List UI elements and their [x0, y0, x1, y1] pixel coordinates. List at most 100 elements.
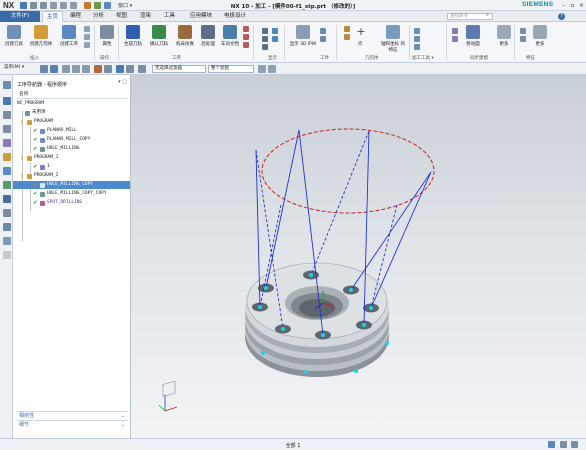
- tree-node-program-2[interactable]: ⚷ PROGRAM_2: [13, 172, 130, 180]
- render-style-icon[interactable]: [116, 65, 124, 73]
- tab-render[interactable]: 渲染: [136, 11, 155, 22]
- tree-node-planar-mill-copy[interactable]: ✔ PLANAR_MILL_COPY: [13, 136, 130, 144]
- fit-view-icon[interactable]: [50, 65, 58, 73]
- minimize-icon[interactable]: –: [560, 2, 567, 9]
- reuse-library-icon[interactable]: [3, 153, 11, 161]
- sync-model-icon[interactable]: [452, 36, 458, 42]
- tab-applications[interactable]: 应用模块: [186, 11, 216, 22]
- operation-navigator-icon[interactable]: [3, 97, 11, 105]
- create-operation-button[interactable]: 创建工序: [57, 25, 81, 47]
- machine-navigator-icon[interactable]: [3, 139, 11, 147]
- small-tool-icon[interactable]: [84, 42, 90, 48]
- properties-button[interactable]: 属性: [98, 25, 116, 47]
- postprocess-button[interactable]: 后处理: [198, 25, 218, 47]
- more-feature-button[interactable]: 更多: [532, 25, 548, 47]
- small-tool-icon[interactable]: [243, 42, 249, 48]
- select-tool-icon[interactable]: [62, 65, 70, 73]
- display-icon[interactable]: [262, 44, 268, 50]
- select-option-icon[interactable]: [268, 65, 276, 73]
- display-icon[interactable]: [262, 28, 268, 34]
- selection-filter-dropdown[interactable]: 无选择过滤器: [152, 65, 206, 73]
- geometry-icon[interactable]: [344, 26, 350, 32]
- dependencies-panel[interactable]: 相依性 ⌄: [16, 411, 128, 420]
- part-navigator-icon[interactable]: [3, 111, 11, 119]
- generate-toolpath-button[interactable]: 生成刀轨: [121, 25, 145, 47]
- small-tool-icon[interactable]: [84, 34, 90, 40]
- layout-icon[interactable]: [571, 441, 578, 448]
- tree-node-spot-drilling[interactable]: ✔ SPOT_DRILLING: [13, 199, 130, 207]
- assembly-navigator-icon[interactable]: [3, 125, 11, 133]
- selection-icon[interactable]: [548, 441, 555, 448]
- snap-icon[interactable]: [104, 65, 112, 73]
- machining-tool-icon[interactable]: [414, 36, 420, 42]
- help-icon[interactable]: ?: [558, 13, 565, 20]
- small-tool-icon[interactable]: [243, 34, 249, 40]
- feature-icon[interactable]: [520, 28, 526, 34]
- sync-model-icon[interactable]: [452, 28, 458, 34]
- tree-node-planar-mill[interactable]: ✔ PLANAR_MILL: [13, 127, 130, 135]
- tree-node-nc-program[interactable]: NC_PROGRAM: [13, 100, 130, 108]
- tab-home[interactable]: 主页: [42, 11, 64, 22]
- point-button[interactable]: + 点: [354, 25, 368, 47]
- selection-scope-dropdown[interactable]: 整个装配: [208, 65, 254, 73]
- select-tool-icon[interactable]: [72, 65, 80, 73]
- geometry-icon[interactable]: [344, 34, 350, 40]
- palette-icon[interactable]: [3, 251, 11, 259]
- snap-icon[interactable]: [94, 65, 102, 73]
- search-icon[interactable]: ⌕: [486, 12, 489, 18]
- small-tool-icon[interactable]: [84, 26, 90, 32]
- show-3d-ipw-button[interactable]: 显示 3D IPW: [288, 25, 318, 47]
- model-scene[interactable]: [131, 75, 586, 438]
- tree-node-program[interactable]: ⚷ PROGRAM: [13, 118, 130, 126]
- file-menu[interactable]: 文件(F): [0, 11, 40, 22]
- create-geometry-button[interactable]: 创建几何体: [27, 25, 55, 47]
- group-label-machining-tools[interactable]: 加工工具 ▾: [412, 55, 434, 61]
- web-browser-icon[interactable]: [3, 167, 11, 175]
- feature-icon[interactable]: [520, 36, 526, 42]
- shop-doc-button[interactable]: 车间文档: [219, 25, 241, 47]
- select-tool-icon[interactable]: [82, 65, 90, 73]
- details-panel[interactable]: 细节 ⌄: [16, 420, 128, 429]
- workpiece-icon[interactable]: [320, 28, 326, 34]
- tab-electrode-design[interactable]: 电极设计: [220, 11, 250, 22]
- close-icon[interactable]: ×: [578, 2, 585, 9]
- navigator-controls[interactable]: ▾ ▢: [118, 79, 127, 85]
- render-style-icon[interactable]: [126, 65, 134, 73]
- tree-node-unused[interactable]: 未用项: [13, 109, 130, 117]
- move-face-button[interactable]: 移动面: [462, 25, 484, 47]
- restore-icon[interactable]: ▫: [569, 2, 576, 9]
- tree-node-hole-milling[interactable]: ✔ HOLE_MILLING: [13, 145, 130, 153]
- machine-simulation-button[interactable]: 机床仿真: [173, 25, 197, 47]
- verify-toolpath-button[interactable]: 确认刀轨: [147, 25, 171, 47]
- roles-icon[interactable]: [3, 181, 11, 189]
- settings-icon[interactable]: [3, 81, 11, 89]
- tree-node-program-1[interactable]: ⚷ PROGRAM_1: [13, 154, 130, 162]
- tree-node-hole-milling-copy[interactable]: ⚷ HOLE_MILLING_COPY: [13, 181, 130, 189]
- process-studio-icon[interactable]: [3, 223, 11, 231]
- fullscreen-icon[interactable]: [560, 441, 567, 448]
- select-option-icon[interactable]: [258, 65, 266, 73]
- display-icon[interactable]: [272, 28, 278, 34]
- history-icon[interactable]: [3, 195, 11, 203]
- view-triad[interactable]: [158, 380, 178, 412]
- machining-tool-icon[interactable]: [414, 44, 420, 50]
- display-icon[interactable]: [262, 36, 268, 42]
- more-sync-button[interactable]: 更多: [496, 25, 512, 47]
- axis-csys-button[interactable]: 轴和坐标 的特征: [380, 25, 406, 53]
- machining-tool-icon[interactable]: [414, 28, 420, 34]
- display-icon[interactable]: [272, 36, 278, 42]
- graphics-viewport[interactable]: [131, 75, 586, 438]
- workpiece-icon[interactable]: [320, 36, 326, 42]
- view-orient-icon[interactable]: [40, 65, 48, 73]
- tree-node-1[interactable]: ✔ 1: [13, 163, 130, 171]
- manufacturing-wizard-icon[interactable]: [3, 237, 11, 245]
- main-menu-button[interactable]: 菜单(M) ▾: [2, 65, 38, 73]
- create-tool-button[interactable]: 创建刀具: [3, 25, 25, 47]
- tree-node-hole-milling-copy-copy[interactable]: ✔ HOLE_MILLING_COPY_COPY: [13, 190, 130, 198]
- filter-icon[interactable]: [138, 65, 146, 73]
- name-column-header[interactable]: 名称: [16, 91, 128, 99]
- tab-programming[interactable]: 编程: [66, 11, 85, 22]
- tab-analysis[interactable]: 分析: [89, 11, 108, 22]
- tab-view[interactable]: 视图: [112, 11, 131, 22]
- system-materials-icon[interactable]: [3, 209, 11, 217]
